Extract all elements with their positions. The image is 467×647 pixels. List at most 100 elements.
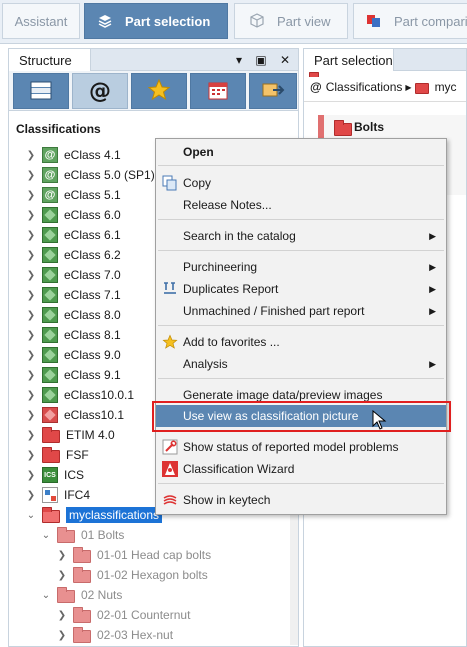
tree-item[interactable]: ❯ eClass 9.0 (26, 345, 121, 365)
menu-item-show-in-keytech[interactable]: Show in keytech (156, 489, 446, 511)
tree-item[interactable]: ❯ @ eClass 4.1 (26, 145, 121, 165)
chevron-down-icon[interactable]: ⌄ (41, 530, 51, 541)
chevron-right-icon[interactable]: ❯ (26, 470, 36, 481)
chevron-right-icon[interactable]: ❯ (57, 570, 67, 581)
menu-item-release-notes[interactable]: Release Notes... (156, 194, 446, 216)
chevron-right-icon[interactable]: ❯ (26, 310, 36, 321)
tree-item[interactable]: ❯ ICS ICS (26, 465, 84, 485)
tab-part-selection[interactable]: Part selection (84, 3, 228, 39)
menu-item-duplicates-report[interactable]: Duplicates Report ▶ (156, 278, 446, 300)
chevron-right-icon[interactable]: ❯ (26, 250, 36, 261)
chevron-right-icon[interactable]: ❯ (26, 230, 36, 241)
chevron-down-icon[interactable]: ⌄ (41, 590, 51, 601)
chevron-right-icon[interactable]: ❯ (57, 630, 67, 641)
chevron-right-icon[interactable]: ❯ (26, 190, 36, 201)
tree-item[interactable]: ❯ 01-01 Head cap bolts (57, 545, 211, 565)
tree-item[interactable]: ❯ @ eClass 5.1 (26, 185, 121, 205)
breadcrumb-root[interactable]: Classifications (326, 80, 403, 94)
catalog-view-button[interactable] (13, 73, 69, 109)
menu-item-analysis[interactable]: Analysis ▶ (156, 353, 446, 375)
chevron-right-icon[interactable]: ❯ (26, 210, 36, 221)
tree-item[interactable]: ❯ eClass 9.1 (26, 365, 121, 385)
tree-item[interactable]: ❯ eClass 8.1 (26, 325, 121, 345)
eclass-red-icon (42, 407, 58, 423)
chevron-right-icon[interactable]: ❯ (26, 150, 36, 161)
classification-view-button[interactable]: @ (72, 73, 128, 109)
chevron-right-icon[interactable]: ❯ (57, 550, 67, 561)
tree-item[interactable]: ❯ IFC4 (26, 485, 90, 505)
tree-item[interactable]: ❯ @ eClass 5.0 (SP1) (26, 165, 155, 185)
chevron-right-icon[interactable]: ❯ (26, 370, 36, 381)
wizard-icon (162, 461, 178, 477)
folder-icon (73, 606, 91, 623)
chevron-right-icon[interactable]: ❯ (57, 610, 67, 621)
eclass-icon (42, 287, 58, 303)
chevron-down-icon[interactable]: ⌄ (26, 510, 36, 521)
export-icon (261, 79, 285, 104)
breadcrumb-current[interactable]: myc (435, 80, 457, 94)
chevron-right-icon[interactable]: ❯ (26, 350, 36, 361)
chevron-right-icon[interactable]: ❯ (26, 290, 36, 301)
tree-item[interactable]: ❯ eClass10.0.1 (26, 385, 134, 405)
tab-assistant[interactable]: Assistant (2, 3, 80, 39)
tree-item[interactable]: ❯ 02-01 Counternut (57, 605, 190, 625)
tree-item[interactable]: ⌄ 02 Nuts (41, 585, 122, 605)
tree-item[interactable]: ❯ 01-02 Hexagon bolts (57, 565, 208, 585)
tree-item[interactable]: ❯ eClass10.1 (26, 405, 124, 425)
chevron-right-icon[interactable]: ❯ (26, 410, 36, 421)
tab-part-view-label: Part view (277, 13, 331, 29)
tree-item-label: 01-02 Hexagon bolts (97, 568, 208, 582)
tree-item-label: eClass 9.1 (64, 368, 121, 382)
tree-item-label: eClass 8.1 (64, 328, 121, 342)
tree-item[interactable]: ❯ FSF (26, 445, 89, 465)
menu-item-purchineering[interactable]: Purchineering ▶ (156, 256, 446, 278)
menu-item-open[interactable]: Open (156, 141, 446, 163)
dropdown-arrow-icon[interactable]: ▾ (231, 52, 247, 68)
chevron-right-icon[interactable]: ❯ (26, 330, 36, 341)
chevron-right-icon[interactable]: ❯ (26, 490, 36, 501)
menu-item-search-catalog[interactable]: Search in the catalog ▶ (156, 225, 446, 247)
tab-part-comparison[interactable]: Part compari (353, 3, 467, 39)
tree-item[interactable]: ❯ 02-03 Hex-nut (57, 625, 173, 645)
menu-item-unmachined-report[interactable]: Unmachined / Finished part report ▶ (156, 300, 446, 322)
folder-icon (57, 586, 75, 603)
calendar-icon (207, 79, 229, 104)
close-icon[interactable]: ✕ (277, 52, 293, 68)
tree-item[interactable]: ⌄ 01 Bolts (41, 525, 124, 545)
tree-item[interactable]: ❯ eClass 7.0 (26, 265, 121, 285)
duplicates-icon (162, 281, 178, 297)
menu-item-classification-wizard[interactable]: Classification Wizard (156, 458, 446, 480)
chevron-right-icon[interactable]: ❯ (26, 390, 36, 401)
tab-part-view[interactable]: Part view (234, 3, 348, 39)
tree-item-label: ICS (64, 468, 85, 482)
tree-item-selected[interactable]: ⌄ myclassifications (26, 505, 163, 525)
favorites-view-button[interactable] (131, 73, 187, 109)
at-icon: @ (42, 187, 58, 203)
breadcrumb: @ Classifications ▶ myc (310, 76, 457, 98)
tree-item[interactable]: ❯ eClass 6.1 (26, 225, 121, 245)
export-view-button[interactable] (249, 73, 297, 109)
menu-separator (158, 378, 444, 379)
tree-item[interactable]: ❯ eClass 6.2 (26, 245, 121, 265)
maximize-icon[interactable]: ▣ (253, 52, 269, 68)
structure-panel-header: Structure ▾ ▣ ✕ (9, 49, 298, 71)
chevron-right-icon[interactable]: ❯ (26, 450, 36, 461)
eclass-icon (42, 227, 58, 243)
eclass-icon (42, 247, 58, 263)
chevron-right-icon[interactable]: ❯ (26, 170, 36, 181)
tab-part-selection-panel[interactable]: Part selection (304, 49, 394, 71)
tab-part-comparison-label: Part compari (394, 13, 467, 29)
wrench-icon (162, 439, 178, 455)
menu-item-copy[interactable]: Copy (156, 172, 446, 194)
tree-item[interactable]: ❯ eClass 6.0 (26, 205, 121, 225)
menu-item-model-problems[interactable]: Show status of reported model problems (156, 436, 446, 458)
chevron-right-icon[interactable]: ❯ (26, 430, 36, 441)
history-view-button[interactable] (190, 73, 246, 109)
tree-item[interactable]: ❯ ETIM 4.0 (26, 425, 115, 445)
ifc-icon (42, 487, 58, 503)
chevron-right-icon[interactable]: ❯ (26, 270, 36, 281)
tree-item[interactable]: ❯ eClass 8.0 (26, 305, 121, 325)
tab-structure[interactable]: Structure (9, 49, 91, 71)
menu-item-add-favorites[interactable]: Add to favorites ... (156, 331, 446, 353)
tree-item[interactable]: ❯ eClass 7.1 (26, 285, 121, 305)
